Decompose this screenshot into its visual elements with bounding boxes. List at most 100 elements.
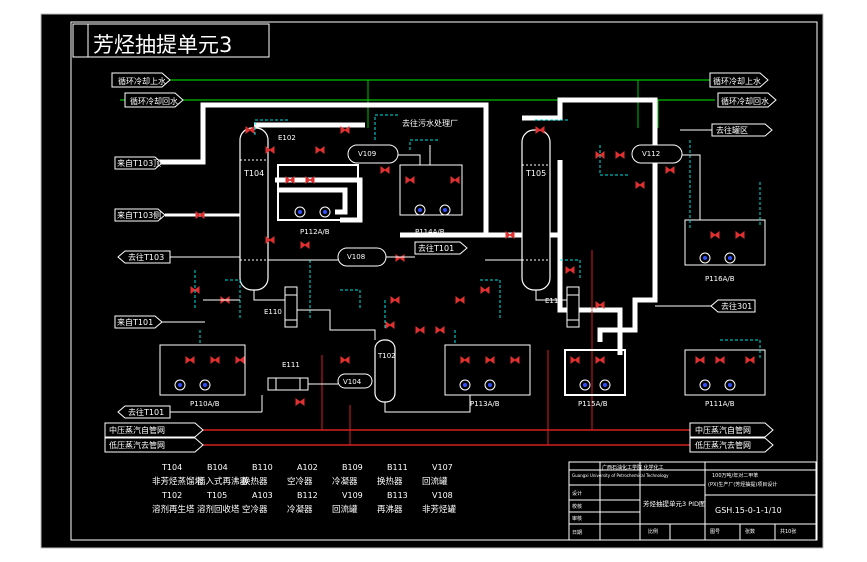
legend-code: V109 [342,491,363,500]
pump-icon [294,206,306,218]
column-t105: T105 [521,129,551,291]
legend-name: 再沸器 [377,504,403,515]
pump-icon [319,206,331,218]
tag-v108: V108 [347,253,365,261]
tb-project-2: (PX)生产厂(芳烃抽提)项目设计 [708,481,777,488]
tag-p116: P116A/B [705,275,735,283]
pump-icon [414,204,426,216]
pump-icon [599,379,611,391]
tb-project-1: 100万吨/年对二甲苯 [712,472,758,479]
legend-code: B104 [207,463,228,472]
drawing-viewport: 芳烃抽提单元3 循环冷却上水 循环冷却回水 循环冷却上水 循环冷却回水 中压蒸汽… [0,0,867,562]
label-feed-t103-top: 来自T103顶 [117,158,161,168]
label-feed-t103-side: 来自T103侧 [117,210,161,220]
legend-name: 空冷器 [242,504,268,515]
label-to-t101-mid: 去往T101 [418,243,454,253]
label-lp-steam-left: 低压蒸汽去管网 [109,440,165,450]
legend-name: 插入式再沸器 [197,476,249,487]
label-cw-return-left: 循环冷却回水 [130,96,178,106]
legend-name: 换热器 [377,476,403,487]
legend-code: B113 [387,491,408,500]
legend-code: B112 [297,491,318,500]
label-waste-water: 去往污水处理厂 [402,118,458,128]
legend-name: 溶剂回收塔 [197,504,240,515]
legend-code: B110 [252,463,273,472]
tb-drawing-no: GSH.15-0-1-1/10 [715,506,782,515]
tb-drawing-name: 芳烃抽提单元3 PID图 [643,499,706,508]
legend-name: 换热器 [242,476,268,487]
pid-diagram: 芳烃抽提单元3 循环冷却上水 循环冷却回水 循环冷却上水 循环冷却回水 中压蒸汽… [40,13,824,549]
drum-v112: V112 [631,144,683,164]
tb-cell-total: 共10张 [780,528,796,535]
tag-p113: P113A/B [470,400,500,408]
pump-icon [579,379,591,391]
column-t102: T102 [374,339,396,403]
tag-t105: T105 [525,169,546,178]
drum-v104: V104 [337,373,373,389]
pump-icon [199,379,211,391]
label-to-t101: 去往T101 [128,407,164,417]
drum-v108: V108 [337,247,387,267]
legend-code: T105 [206,491,227,500]
tag-p110: P110A/B [190,400,220,408]
pump-icon [459,379,471,391]
label-cw-supply-right: 循环冷却上水 [713,76,761,86]
legend-code: V107 [432,463,453,472]
tb-school-en: Guangxi University of Petrochemical Tech… [572,473,669,478]
label-lp-steam-right: 低压蒸汽去管网 [695,440,751,450]
label-from-t101: 来自T101 [117,317,153,327]
tag-v112: V112 [642,150,660,158]
legend-name: 空冷器 [287,476,313,487]
legend-code: V108 [432,491,453,500]
column-t104: T104 [239,127,269,291]
pump-icon [724,252,736,264]
legend-code: B111 [387,463,408,472]
legend-code: B109 [342,463,363,472]
pump-icon [484,379,496,391]
tb-school: 广西石油化工学院 化学化工 [602,464,664,471]
legend-code: T104 [161,463,182,472]
tag-e110: E110 [264,308,282,316]
label-to-storage: 去往罐区 [716,125,748,135]
tag-e113: E113 [545,297,563,305]
tag-e111: E111 [282,361,300,369]
label-cw-return-right: 循环冷却回水 [721,96,769,106]
tag-p112: P112A/B [300,228,330,236]
tag-v109: V109 [358,150,376,158]
legend-name: 非芳烃蒸馏塔 [152,476,204,487]
pump-icon [699,379,711,391]
tag-t104: T104 [243,169,264,178]
tb-row-check: 审核 [572,515,582,522]
tb-row-date: 日期 [572,530,582,536]
pump-icon [699,252,711,264]
drawing-title: 芳烃抽提单元3 [93,33,232,57]
tag-p111: P111A/B [705,400,735,408]
legend-name: 冷凝器 [287,504,313,515]
pump-icon [724,379,736,391]
tb-row-draw: 校核 [572,503,582,510]
label-to-301: 去往301 [721,301,752,311]
legend-name: 回流罐 [332,504,358,515]
tag-e102: E102 [278,134,296,142]
tb-cell-sheets: 张数 [745,528,755,535]
tb-cell-scale: 比例 [648,528,658,535]
legend-code: A102 [297,463,318,472]
tb-row-design: 设计 [572,490,582,497]
tag-p115: P115A/B [578,400,608,408]
label-to-t103: 去往T103 [128,252,164,262]
label-cw-supply-left: 循环冷却上水 [118,76,166,86]
legend-code: A103 [252,491,273,500]
drum-v109: V109 [347,144,399,164]
legend-code: T102 [161,491,182,500]
tag-p114: P114A/B [415,228,445,236]
tb-cell-no: 图号 [710,529,720,535]
pump-icon [174,379,186,391]
tag-v104: V104 [343,378,362,386]
label-mp-steam-right: 中压蒸汽自管网 [695,425,751,435]
legend-name: 非芳烃罐 [422,504,457,515]
legend-name: 冷凝器 [332,476,358,487]
legend-name: 回流罐 [422,476,448,487]
tag-t102: T102 [377,352,396,360]
legend-name: 溶剂再生塔 [152,504,195,515]
label-mp-steam-left: 中压蒸汽自管网 [109,425,165,435]
